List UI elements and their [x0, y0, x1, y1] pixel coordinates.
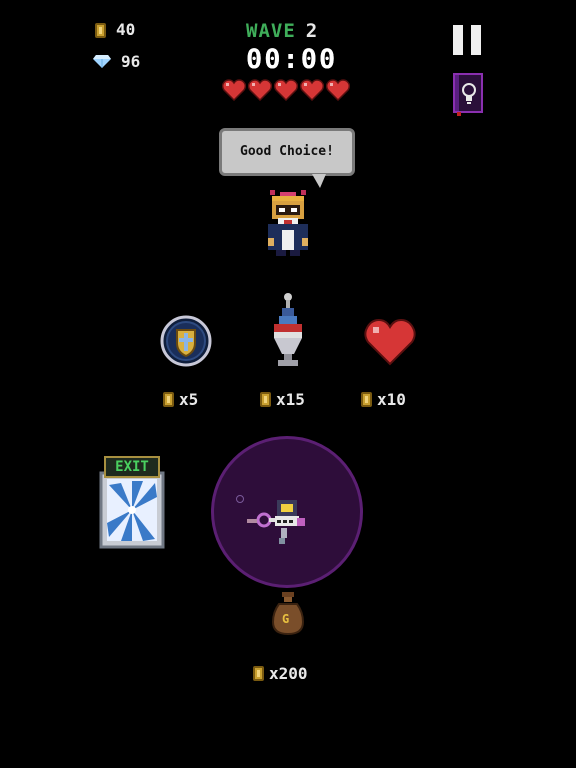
- coin-icon: [361, 392, 372, 407]
- portal-dot: [236, 495, 244, 503]
- price-value: x200: [269, 664, 308, 683]
- timer: 00:00: [246, 44, 338, 75]
- merchant-character: [264, 190, 312, 262]
- shield-icon: [160, 315, 212, 367]
- shop-item-shield[interactable]: [160, 315, 212, 371]
- lightbulb-book-icon: [453, 73, 483, 116]
- wave-indicator: WAVE 2: [246, 20, 318, 42]
- price-value: x10: [377, 390, 406, 409]
- heart-icon: [222, 79, 246, 101]
- pause-button[interactable]: [453, 25, 481, 55]
- heart-icon: [248, 79, 272, 101]
- price-potion: x15: [260, 390, 305, 409]
- price-value: x5: [179, 390, 199, 409]
- speech-bubble-tail: [312, 174, 326, 188]
- coin-icon: [95, 23, 106, 38]
- gold-bag[interactable]: G: [271, 592, 305, 640]
- potion-icon: [274, 293, 302, 366]
- gem-icon: [93, 53, 111, 72]
- exit-sign-label: EXIT: [115, 459, 149, 475]
- price-shield: x5: [163, 390, 198, 409]
- price-value: x15: [276, 390, 305, 409]
- heart-icon: [364, 318, 416, 366]
- heart-icon: [274, 79, 298, 101]
- hint-book-button[interactable]: [453, 73, 484, 117]
- wave-number: 2: [305, 20, 319, 42]
- price-heart: x10: [361, 390, 406, 409]
- health-hearts: [222, 79, 350, 101]
- coin-counter: 40: [95, 20, 135, 39]
- pause-icon: [453, 25, 463, 55]
- price-bag: x200: [253, 664, 308, 683]
- heart-icon: [326, 79, 350, 101]
- bag-label: G: [282, 612, 290, 626]
- coin-count: 40: [116, 20, 136, 39]
- coin-icon: [260, 392, 271, 407]
- speech-bubble: Good Choice!: [219, 128, 355, 176]
- gem-count: 96: [121, 52, 141, 71]
- player-character: [247, 494, 311, 554]
- coin-icon: [253, 666, 264, 681]
- shop-item-heart[interactable]: [364, 318, 416, 370]
- exit-door[interactable]: EXIT: [99, 455, 165, 553]
- gem-counter: 96: [93, 52, 140, 72]
- heart-icon: [300, 79, 324, 101]
- shop-item-potion[interactable]: [268, 292, 308, 372]
- wave-label: WAVE: [246, 20, 296, 42]
- coin-icon: [163, 392, 174, 407]
